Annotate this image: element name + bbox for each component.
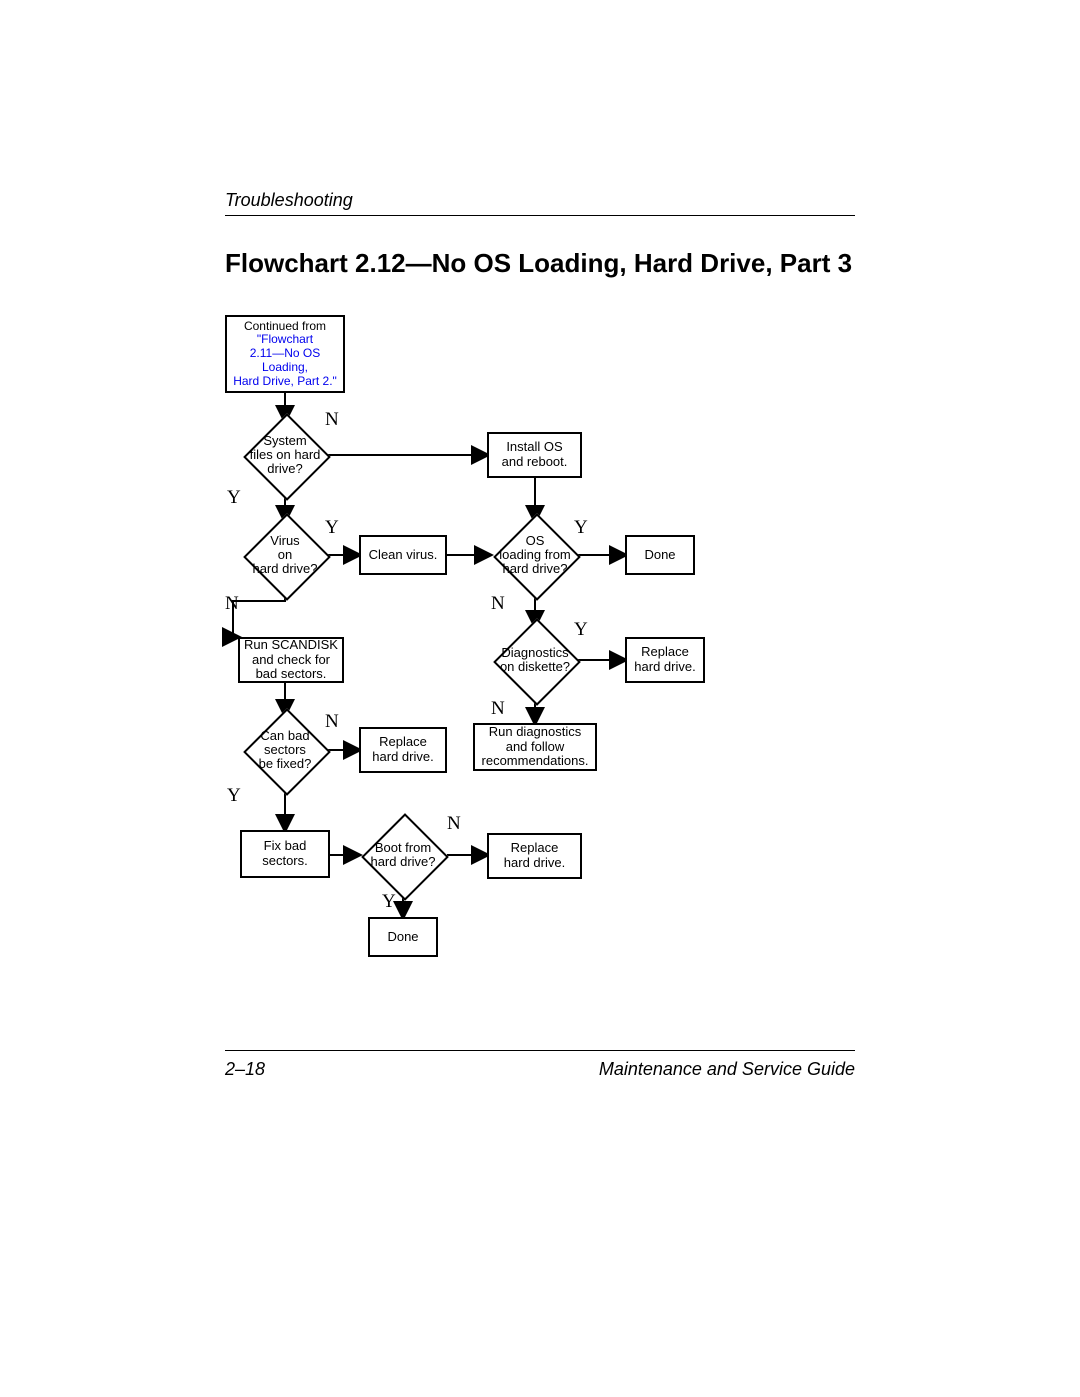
continued-link[interactable]: "Flowchart 2.11—No OS Loading, Hard Driv… <box>233 332 337 387</box>
page-header: Troubleshooting <box>225 190 855 216</box>
node-done-2: Done <box>368 917 438 957</box>
edge-label-n: N <box>325 409 339 431</box>
node-done: Done <box>625 535 695 575</box>
continued-prefix: Continued from <box>244 319 326 333</box>
node-run-diagnostics: Run diagnostics and follow recommendatio… <box>473 723 597 771</box>
node-continued-from: Continued from "Flowchart 2.11—No OS Loa… <box>225 315 345 393</box>
guide-title: Maintenance and Service Guide <box>599 1059 855 1080</box>
node-virus: Virus on hard drive? <box>242 512 328 598</box>
node-scandisk: Run SCANDISK and check for bad sectors. <box>238 637 344 683</box>
node-can-fix: Can bad sectors be fixed? <box>242 707 328 793</box>
edge-label-n: N <box>325 711 339 733</box>
node-replace-hd-1: Replace hard drive. <box>625 637 705 683</box>
page-title: Flowchart 2.12—No OS Loading, Hard Drive… <box>225 248 855 279</box>
section-name: Troubleshooting <box>225 190 353 210</box>
edge-label-n: N <box>447 813 461 835</box>
page-number: 2–18 <box>225 1059 265 1080</box>
node-clean-virus: Clean virus. <box>359 535 447 575</box>
edge-label-y: Y <box>325 517 339 539</box>
node-replace-hd-2: Replace hard drive. <box>359 727 447 773</box>
node-diag-diskette: Diagnostics on diskette? <box>492 617 578 703</box>
page: Troubleshooting Flowchart 2.12—No OS Loa… <box>0 0 1080 1397</box>
edge-label-y: Y <box>574 619 588 641</box>
edge-label-y: Y <box>227 487 241 509</box>
node-install-os: Install OS and reboot. <box>487 432 582 478</box>
edge-label-y: Y <box>574 517 588 539</box>
node-system-files: System files on hard drive? <box>242 412 328 498</box>
flowchart-canvas: Continued from "Flowchart 2.11—No OS Loa… <box>225 315 855 1005</box>
edge-label-n: N <box>225 593 239 615</box>
node-replace-hd-3: Replace hard drive. <box>487 833 582 879</box>
page-footer: 2–18 Maintenance and Service Guide <box>225 1050 855 1080</box>
edge-label-y: Y <box>227 785 241 807</box>
node-boot-from: Boot from hard drive? <box>360 812 446 898</box>
node-fix-bad: Fix bad sectors. <box>240 830 330 878</box>
edge-label-y: Y <box>382 891 396 913</box>
node-os-loading: OS loading from hard drive? <box>492 512 578 598</box>
edge-label-n: N <box>491 698 505 720</box>
edge-label-n: N <box>491 593 505 615</box>
